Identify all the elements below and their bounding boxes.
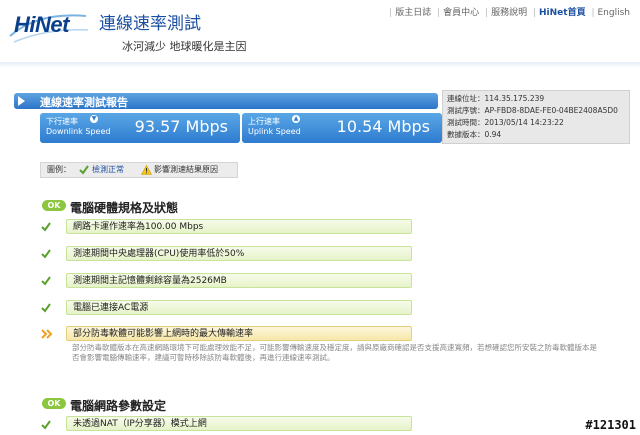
upload-label-zh: 上行速率 (248, 117, 280, 126)
status-item: 電腦已連接AC電源 (66, 300, 412, 315)
status-item: 測速期間中央處理器(CPU)使用率低於50% (66, 246, 412, 261)
info-label: 連線位址： (447, 94, 485, 103)
header-divider (0, 62, 640, 68)
upload-arrow-icon: ▲ (292, 115, 300, 123)
warning-item: 部分防毒軟體可能影響上網時的最大傳輸速率 (66, 326, 412, 341)
arrow-right-icon (18, 96, 25, 106)
check-icon (41, 303, 51, 313)
check-icon (79, 165, 89, 175)
hinet-logo[interactable]: HiNet (8, 6, 90, 44)
check-icon (41, 420, 51, 430)
upload-speed-box: 上行速率 ▲ Uplink Speed 10.54 Mbps (242, 113, 442, 143)
legend-ok-text: 檢測正常 (92, 165, 124, 174)
logo-text: HiNet (14, 12, 69, 37)
nav-link-help[interactable]: 服務說明 (491, 8, 527, 18)
info-value: 0.94 (484, 130, 502, 139)
report-title-bar: 連線速率測試報告 (14, 93, 438, 109)
legend-label: 圖例： (47, 165, 71, 174)
info-value: AP-FBD8-8DAE-FE0-04BE2408A5D0 (484, 106, 618, 115)
page-title: 連線速率測試 (99, 14, 201, 34)
ok-badge: OK (42, 398, 66, 409)
download-speed-value: 93.57 Mbps (134, 117, 228, 136)
test-info-panel: 連線位址：114.35.175.239 測試序號：AP-FBD8-8DAE-FE… (442, 90, 630, 144)
nav-link-member[interactable]: 會員中心 (443, 8, 479, 18)
nav-link-english[interactable]: English (598, 8, 631, 18)
check-icon (41, 249, 51, 259)
legend-warn-text: 影響測速結果原因 (154, 165, 218, 174)
watermark: #121301 (585, 418, 636, 432)
download-speed-box: 下行速率 ▼ Downlink Speed 93.57 Mbps (40, 113, 240, 143)
info-label: 測試序號： (447, 106, 485, 115)
info-label: 數據版本： (447, 130, 485, 139)
double-chevron-icon (41, 329, 53, 339)
top-nav: | 版主日誌 | 會員中心 | 服務說明 | HiNet首頁 | English (389, 8, 631, 18)
check-icon (41, 222, 51, 232)
warning-icon (141, 165, 152, 175)
info-row-ip: 連線位址：114.35.175.239 (447, 93, 544, 104)
info-row-serial: 測試序號：AP-FBD8-8DAE-FE0-04BE2408A5D0 (447, 105, 618, 116)
upload-label-en: Uplink Speed (248, 127, 301, 136)
check-icon (41, 276, 51, 286)
slogan: 冰河減少 地球暖化是主因 (122, 40, 247, 53)
info-value: 114.35.175.239 (484, 94, 545, 103)
legend: 圖例： 檢測正常 影響測速結果原因 (40, 162, 238, 178)
nav-link-home[interactable]: HiNet首頁 (539, 8, 586, 18)
status-item: 網路卡運作速率為100.00 Mbps (66, 219, 412, 234)
info-row-time: 測試時間：2013/05/14 14:23:22 (447, 117, 564, 128)
upload-speed-value: 10.54 Mbps (336, 117, 430, 136)
download-arrow-icon: ▼ (90, 115, 98, 123)
report-title: 連線速率測試報告 (40, 96, 128, 109)
status-item: 未透過NAT（IP分享器）模式上網 (66, 416, 412, 431)
nav-link-blog[interactable]: 版主日誌 (395, 8, 431, 18)
ok-badge: OK (42, 200, 66, 211)
header: HiNet 連線速率測試 冰河減少 地球暖化是主因 | 版主日誌 | 會員中心 | 服… (0, 0, 640, 62)
info-row-version: 數據版本：0.94 (447, 129, 501, 140)
download-label-en: Downlink Speed (46, 127, 111, 136)
section-title-network: 電腦網路參數設定 (70, 399, 167, 413)
section-title-hardware: 電腦硬體規格及狀態 (70, 201, 179, 215)
warning-description: 部分防毒軟體版本在高速網路環境下可能處理效能不足，可能影響傳輸速度及穩定度，請與… (72, 343, 597, 362)
info-label: 測試時間： (447, 118, 485, 127)
status-item: 測速期間主記憶體剩餘容量為2526MB (66, 273, 412, 288)
info-value: 2013/05/14 14:23:22 (484, 118, 564, 127)
download-label-zh: 下行速率 (46, 117, 78, 126)
